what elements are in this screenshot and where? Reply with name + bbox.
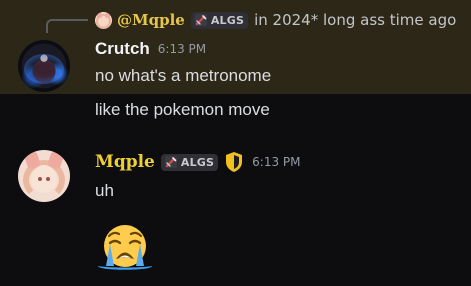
guild-tag[interactable]: ALGS [160, 153, 219, 171]
reply-snippet[interactable]: in 2024* long ass time ago [254, 11, 456, 29]
reply-username[interactable]: @Mqple [117, 11, 185, 29]
reply-connector-line [46, 19, 88, 33]
avatar[interactable] [18, 40, 70, 92]
loudly-crying-face-icon[interactable] [96, 222, 154, 272]
message-timestamp[interactable]: 6:13 PM [252, 155, 300, 169]
message-text: uh [95, 181, 114, 200]
reply-tag-label: ALGS [210, 13, 245, 27]
message-text: no what's a metronome [95, 66, 272, 85]
reply-avatar[interactable] [95, 11, 112, 29]
shield-icon[interactable] [224, 151, 244, 173]
message-text: like the pokemon move [95, 100, 270, 119]
chat-message-list: @Mqple ALGS in 2024* long ass time ago C… [0, 0, 471, 286]
message-header: Mqple ALGS 6:13 PM [95, 151, 301, 173]
avatar[interactable] [18, 150, 70, 202]
author-name[interactable]: Mqple [95, 152, 155, 172]
guild-tag-label: ALGS [180, 155, 215, 169]
message-timestamp[interactable]: 6:13 PM [158, 42, 206, 56]
reply-guild-tag[interactable]: ALGS [190, 11, 249, 29]
sword-icon [164, 156, 177, 168]
sword-icon [194, 14, 207, 26]
author-name[interactable]: Crutch [95, 39, 150, 59]
message-header: Crutch 6:13 PM [95, 39, 206, 59]
reply-preview[interactable]: @Mqple ALGS in 2024* long ass time ago [95, 9, 456, 31]
